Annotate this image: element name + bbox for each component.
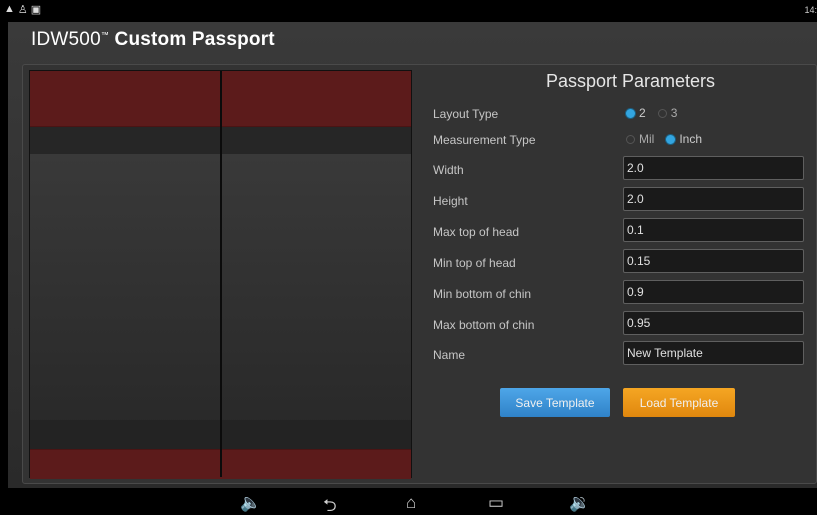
home-icon[interactable]: ⌂: [406, 493, 416, 513]
navigation-bar: 🔈 ⮌ ⌂ ▭ 🔉: [0, 490, 817, 515]
app-title: IDW500™ Custom Passport: [31, 29, 275, 51]
min-top-of-head-label: Min top of head: [433, 256, 516, 270]
height-label: Height: [433, 194, 468, 208]
measurement-type-label: Measurement Type: [433, 133, 536, 147]
max-top-of-head-label: Max top of head: [433, 225, 520, 239]
radio-label: 2: [639, 106, 646, 120]
image-icon: ▣: [30, 4, 42, 16]
measurement-type-radio-mil[interactable]: Mil: [626, 132, 654, 146]
recent-apps-icon[interactable]: ▭: [488, 493, 504, 513]
radio-label: Mil: [639, 132, 655, 146]
main-panel: Passport Parameters Layout Type 2 3 Meas…: [22, 64, 817, 484]
radio-unselected-icon: [657, 108, 667, 118]
passport-preview: [29, 70, 412, 479]
status-bar: ▲ ♙ ▣ 14:: [0, 0, 817, 22]
app-window: IDW500™ Custom Passport Passport Paramet…: [8, 22, 817, 488]
usb-icon: ♙: [17, 4, 28, 16]
radio-selected-icon: [626, 108, 635, 118]
height-input[interactable]: [623, 187, 804, 211]
volume-up-icon[interactable]: 🔉: [569, 493, 590, 513]
layout-type-radio-group: 2 3: [626, 106, 689, 120]
min-top-of-head-input[interactable]: [623, 249, 804, 273]
radio-label: Inch: [679, 132, 703, 146]
radio-label: 3: [670, 106, 678, 120]
status-time: 14:: [804, 5, 817, 15]
name-label: Name: [433, 348, 466, 362]
load-template-button[interactable]: Load Template: [623, 388, 735, 417]
center-guide-line: [220, 71, 222, 477]
alert-icon: ▲: [4, 3, 15, 15]
max-bottom-of-chin-input[interactable]: [623, 311, 804, 335]
back-icon[interactable]: ⮌: [323, 493, 337, 515]
min-bottom-of-chin-input[interactable]: [623, 280, 804, 304]
layout-type-label: Layout Type: [433, 107, 499, 121]
max-bottom-of-chin-label: Max bottom of chin: [433, 318, 535, 332]
measurement-type-radio-inch[interactable]: Inch: [666, 132, 702, 146]
width-input[interactable]: [623, 156, 804, 180]
measurement-type-radio-group: Mil Inch: [626, 132, 714, 146]
params-title: Passport Parameters: [545, 71, 716, 91]
app-title-bold: Custom Passport: [114, 29, 275, 50]
trademark-mark: ™: [100, 30, 110, 40]
width-label: Width: [433, 163, 464, 177]
layout-type-radio-2[interactable]: 2: [626, 106, 646, 120]
min-bottom-of-chin-label: Min bottom of chin: [433, 287, 532, 301]
status-icons: ▲ ♙ ▣: [4, 3, 41, 16]
volume-down-icon[interactable]: 🔈: [240, 493, 261, 513]
layout-type-radio-3[interactable]: 3: [657, 106, 678, 120]
name-input[interactable]: [623, 341, 804, 365]
app-title-prefix: IDW500: [31, 29, 101, 50]
radio-unselected-icon: [626, 134, 635, 144]
save-template-button[interactable]: Save Template: [500, 388, 610, 417]
max-top-of-head-input[interactable]: [623, 218, 804, 242]
radio-selected-icon: [666, 134, 676, 144]
